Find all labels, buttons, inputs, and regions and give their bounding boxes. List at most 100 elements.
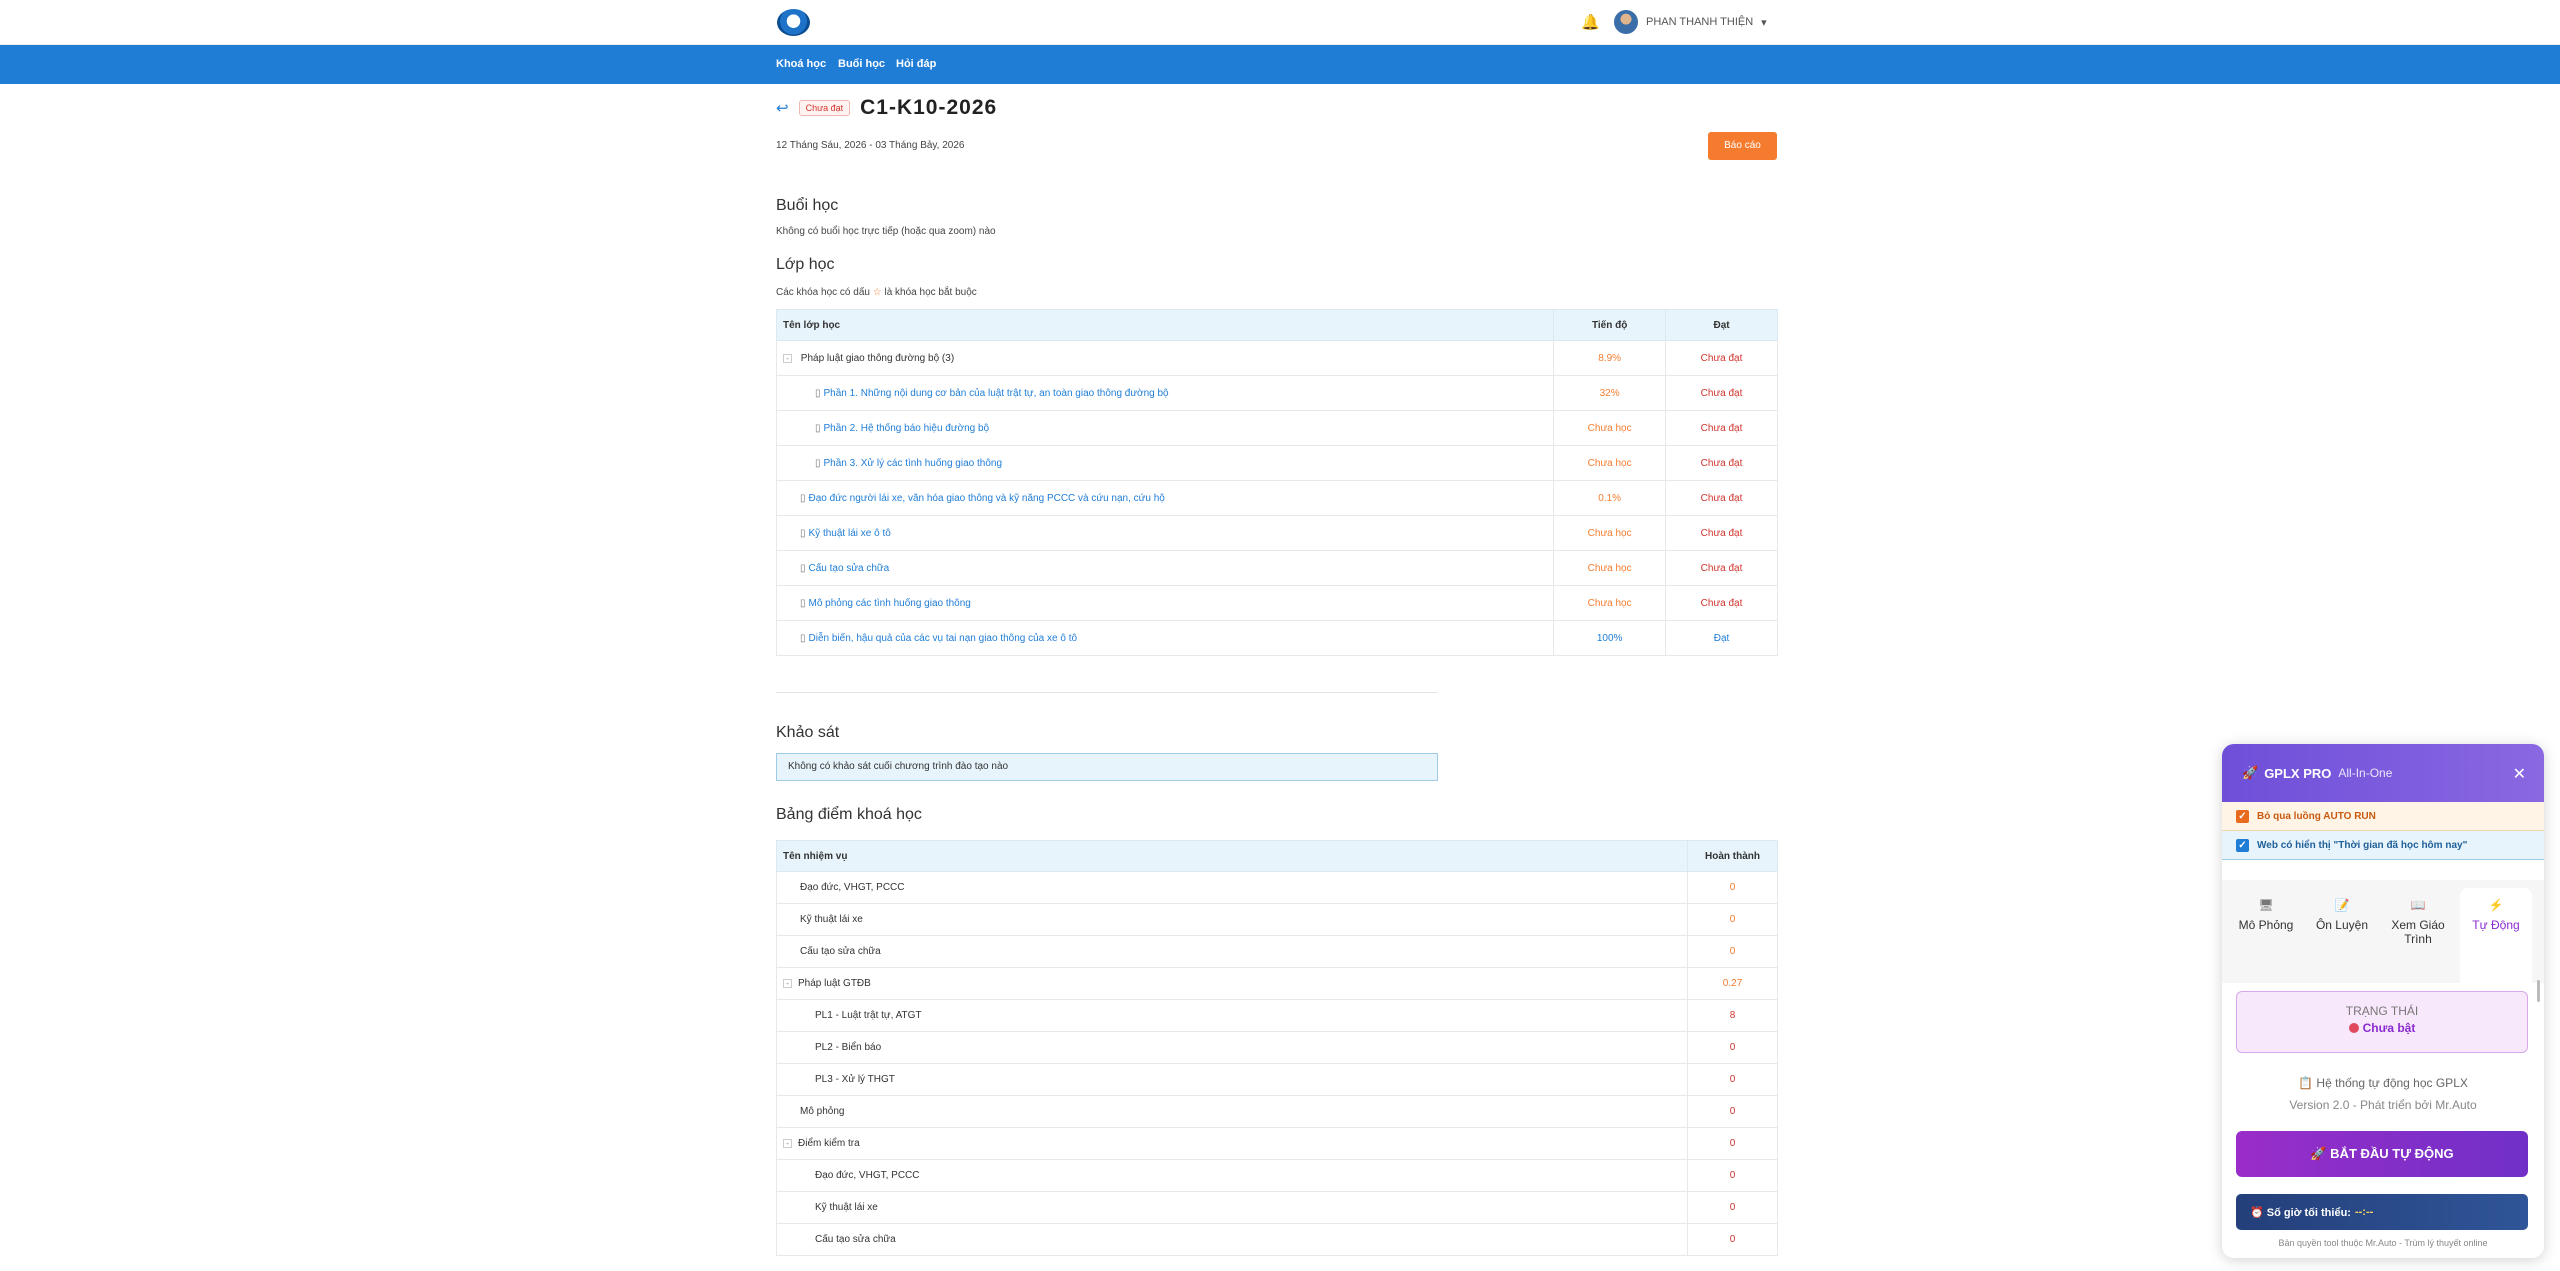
pass-cell: Chưa đạt: [1665, 515, 1778, 551]
version-line: Version 2.0 - Phát triển bởi Mr.Auto: [2289, 1098, 2477, 1112]
pass-cell: Chưa đạt: [1665, 550, 1778, 586]
collapse-toggle[interactable]: -: [783, 1139, 792, 1148]
task-name: PL2 - Biển báo: [775, 1031, 1689, 1064]
table-row: Kỹ thuật lái xe 0: [775, 903, 1778, 936]
lightning-icon: ⚡: [2488, 898, 2504, 912]
task-name: PL1 - Luật trật tự, ATGT: [775, 999, 1689, 1032]
tab-simulation[interactable]: 🖥 Mô Phỏng: [2230, 888, 2302, 984]
document-icon: ▯: [815, 387, 821, 399]
tab-auto[interactable]: ⚡ Tự Động: [2460, 888, 2532, 984]
progress-cell: 32%: [1553, 375, 1667, 411]
progress-cell: 8.9%: [1553, 340, 1667, 376]
class-link[interactable]: Diễn biến, hậu quả của các vụ tai nạn gi…: [809, 633, 1078, 644]
bell-icon[interactable]: 🔔: [1581, 13, 1600, 31]
copyright: Bản quyền tool thuộc Mr.Auto - Trùm lý t…: [2278, 1238, 2488, 1248]
start-auto-button[interactable]: 🚀 BẮT ĐẦU TỰ ĐỘNG: [2236, 1131, 2528, 1177]
col-progress: Tiến độ: [1553, 309, 1667, 341]
document-icon: ▯: [800, 597, 806, 609]
status-dot-icon: [2348, 1023, 2359, 1033]
class-link[interactable]: Phần 1. Những nội dung cơ bản của luật t…: [824, 388, 1169, 399]
task-value: 0: [1687, 1223, 1778, 1256]
task-value: 0: [1687, 1191, 1778, 1224]
min-hours-bar: ⏰ Số giờ tối thiểu: --:--: [2236, 1194, 2528, 1230]
nav-courses[interactable]: Khoá học: [776, 58, 826, 70]
group-count: (3): [941, 352, 955, 364]
task-value: 0: [1687, 1031, 1778, 1064]
survey-info-box: Không có khảo sát cuối chương trình đào …: [776, 753, 1438, 781]
title-row: ↩ Chưa đạt C1-K10-2026: [776, 96, 997, 120]
document-icon: ▯: [800, 562, 806, 574]
table-row: - Pháp luật GTĐB 0.27: [775, 967, 1778, 1000]
table-row: ▯ Phần 2. Hệ thống báo hiệu đường bộ Chưa…: [775, 410, 1778, 446]
col-task-name: Tên nhiệm vụ: [775, 840, 1689, 872]
status-badge: Chưa đạt: [798, 100, 851, 116]
top-bar: 🔔 PHAN THANH THIỆN ▾: [0, 0, 2560, 45]
progress-cell: Chưa học: [1553, 445, 1667, 481]
document-icon: ▯: [800, 632, 806, 644]
status-box: TRẠNG THÁI Chưa bật: [2236, 991, 2528, 1053]
min-hours-label: ⏰ Số giờ tối thiểu:: [2250, 1206, 2351, 1219]
checkbox-show-time[interactable]: ✓: [2236, 838, 2249, 852]
task-value: 0: [1687, 903, 1778, 936]
nav-qa[interactable]: Hỏi đáp: [896, 58, 936, 70]
show-time-option[interactable]: ✓ Web có hiển thị "Thời gian đã học hôm …: [2222, 831, 2544, 860]
class-link[interactable]: Phần 2. Hệ thống báo hiệu đường bộ: [824, 423, 990, 434]
task-name: PL3 - Xử lý THGT: [775, 1063, 1689, 1096]
user-menu[interactable]: PHAN THANH THIỆN ▾: [1614, 10, 1767, 34]
progress-cell: 100%: [1553, 620, 1667, 656]
panel-header: 🚀 GPLX PRO All-In-One ✕: [2222, 744, 2544, 802]
report-button[interactable]: Báo cáo: [1708, 132, 1777, 160]
notepad-icon: 📝: [2334, 898, 2350, 912]
pass-cell: Chưa đạt: [1665, 480, 1778, 516]
collapse-toggle[interactable]: -: [783, 979, 792, 988]
document-icon: ▯: [800, 492, 806, 504]
task-name: Cấu tạo sửa chữa: [775, 935, 1689, 968]
panel-scrollbar[interactable]: [2537, 980, 2540, 1002]
status-label: TRẠNG THÁI: [2345, 1004, 2419, 1018]
table-row: ▯ Kỹ thuật lái xe ô tô Chưa học Chưa đạt: [775, 515, 1778, 551]
tab-textbook[interactable]: 📖 Xem Giáo Trình: [2382, 888, 2454, 984]
classes-note: Các khóa học có dấu ☆ là khóa học bắt bu…: [776, 287, 977, 298]
panel-brand: GPLX PRO: [2264, 765, 2332, 781]
book-icon: 📖: [2410, 898, 2426, 912]
document-icon: ▯: [800, 527, 806, 539]
task-name: Mô phỏng: [775, 1095, 1689, 1128]
table-row: PL1 - Luật trật tự, ATGT 8: [775, 999, 1778, 1032]
chevron-down-icon: ▾: [1761, 16, 1767, 29]
task-name: Đạo đức, VHGT, PCCC: [775, 871, 1689, 904]
tab-practice[interactable]: 📝 Ôn Luyện: [2306, 888, 2378, 984]
panel-tabs: 🖥 Mô Phỏng 📝 Ôn Luyện 📖 Xem Giáo Trình ⚡…: [2222, 880, 2544, 984]
task-value: 0.27: [1687, 967, 1778, 1000]
close-icon[interactable]: ✕: [2513, 764, 2526, 784]
table-row: Kỹ thuật lái xe 0: [775, 1191, 1778, 1224]
task-value: 0: [1687, 1095, 1778, 1128]
table-row: - Pháp luật giao thông đường bộ (3) 8.9%…: [775, 340, 1778, 376]
table-row: Mô phỏng 0: [775, 1095, 1778, 1128]
nav-sessions[interactable]: Buổi học: [838, 58, 885, 70]
pass-cell: Chưa đạt: [1665, 410, 1778, 446]
task-value: 0: [1687, 1063, 1778, 1096]
pass-cell: Chưa đạt: [1665, 445, 1778, 481]
class-link[interactable]: Cấu tạo sửa chữa: [809, 563, 890, 574]
sessions-note: Không có buổi học trực tiếp (hoặc qua zo…: [776, 226, 996, 237]
pass-cell: Chưa đạt: [1665, 340, 1778, 376]
class-link[interactable]: Phần 3. Xử lý các tình huống giao thông: [824, 458, 1003, 469]
sessions-heading: Buổi học: [776, 197, 839, 214]
main-nav: Khoá học Buổi học Hỏi đáp: [0, 45, 2560, 84]
back-icon[interactable]: ↩: [776, 99, 789, 117]
user-name: PHAN THANH THIỆN: [1646, 16, 1754, 28]
skip-autorun-option[interactable]: ✓ Bỏ qua luồng AUTO RUN: [2222, 802, 2544, 831]
class-link[interactable]: Đạo đức người lái xe, văn hóa giao thông…: [809, 493, 1165, 504]
collapse-toggle[interactable]: -: [783, 353, 792, 363]
class-link[interactable]: Kỹ thuật lái xe ô tô: [809, 528, 891, 539]
checkbox-skip-autorun[interactable]: ✓: [2236, 809, 2249, 823]
site-logo[interactable]: [777, 9, 810, 36]
task-name: Đạo đức, VHGT, PCCC: [775, 1159, 1689, 1192]
status-value: Chưa bật: [2237, 1021, 2527, 1035]
table-row: Đạo đức, VHGT, PCCC 0: [775, 871, 1778, 904]
table-row: ▯ Diễn biến, hậu quả của các vụ tai nạn g…: [775, 620, 1778, 656]
scores-heading: Bảng điểm khoá học: [776, 806, 922, 823]
monitor-icon: 🖥: [2258, 898, 2274, 912]
task-name: Điểm kiểm tra: [798, 1138, 860, 1149]
class-link[interactable]: Mô phỏng các tình huống giao thông: [809, 598, 971, 609]
